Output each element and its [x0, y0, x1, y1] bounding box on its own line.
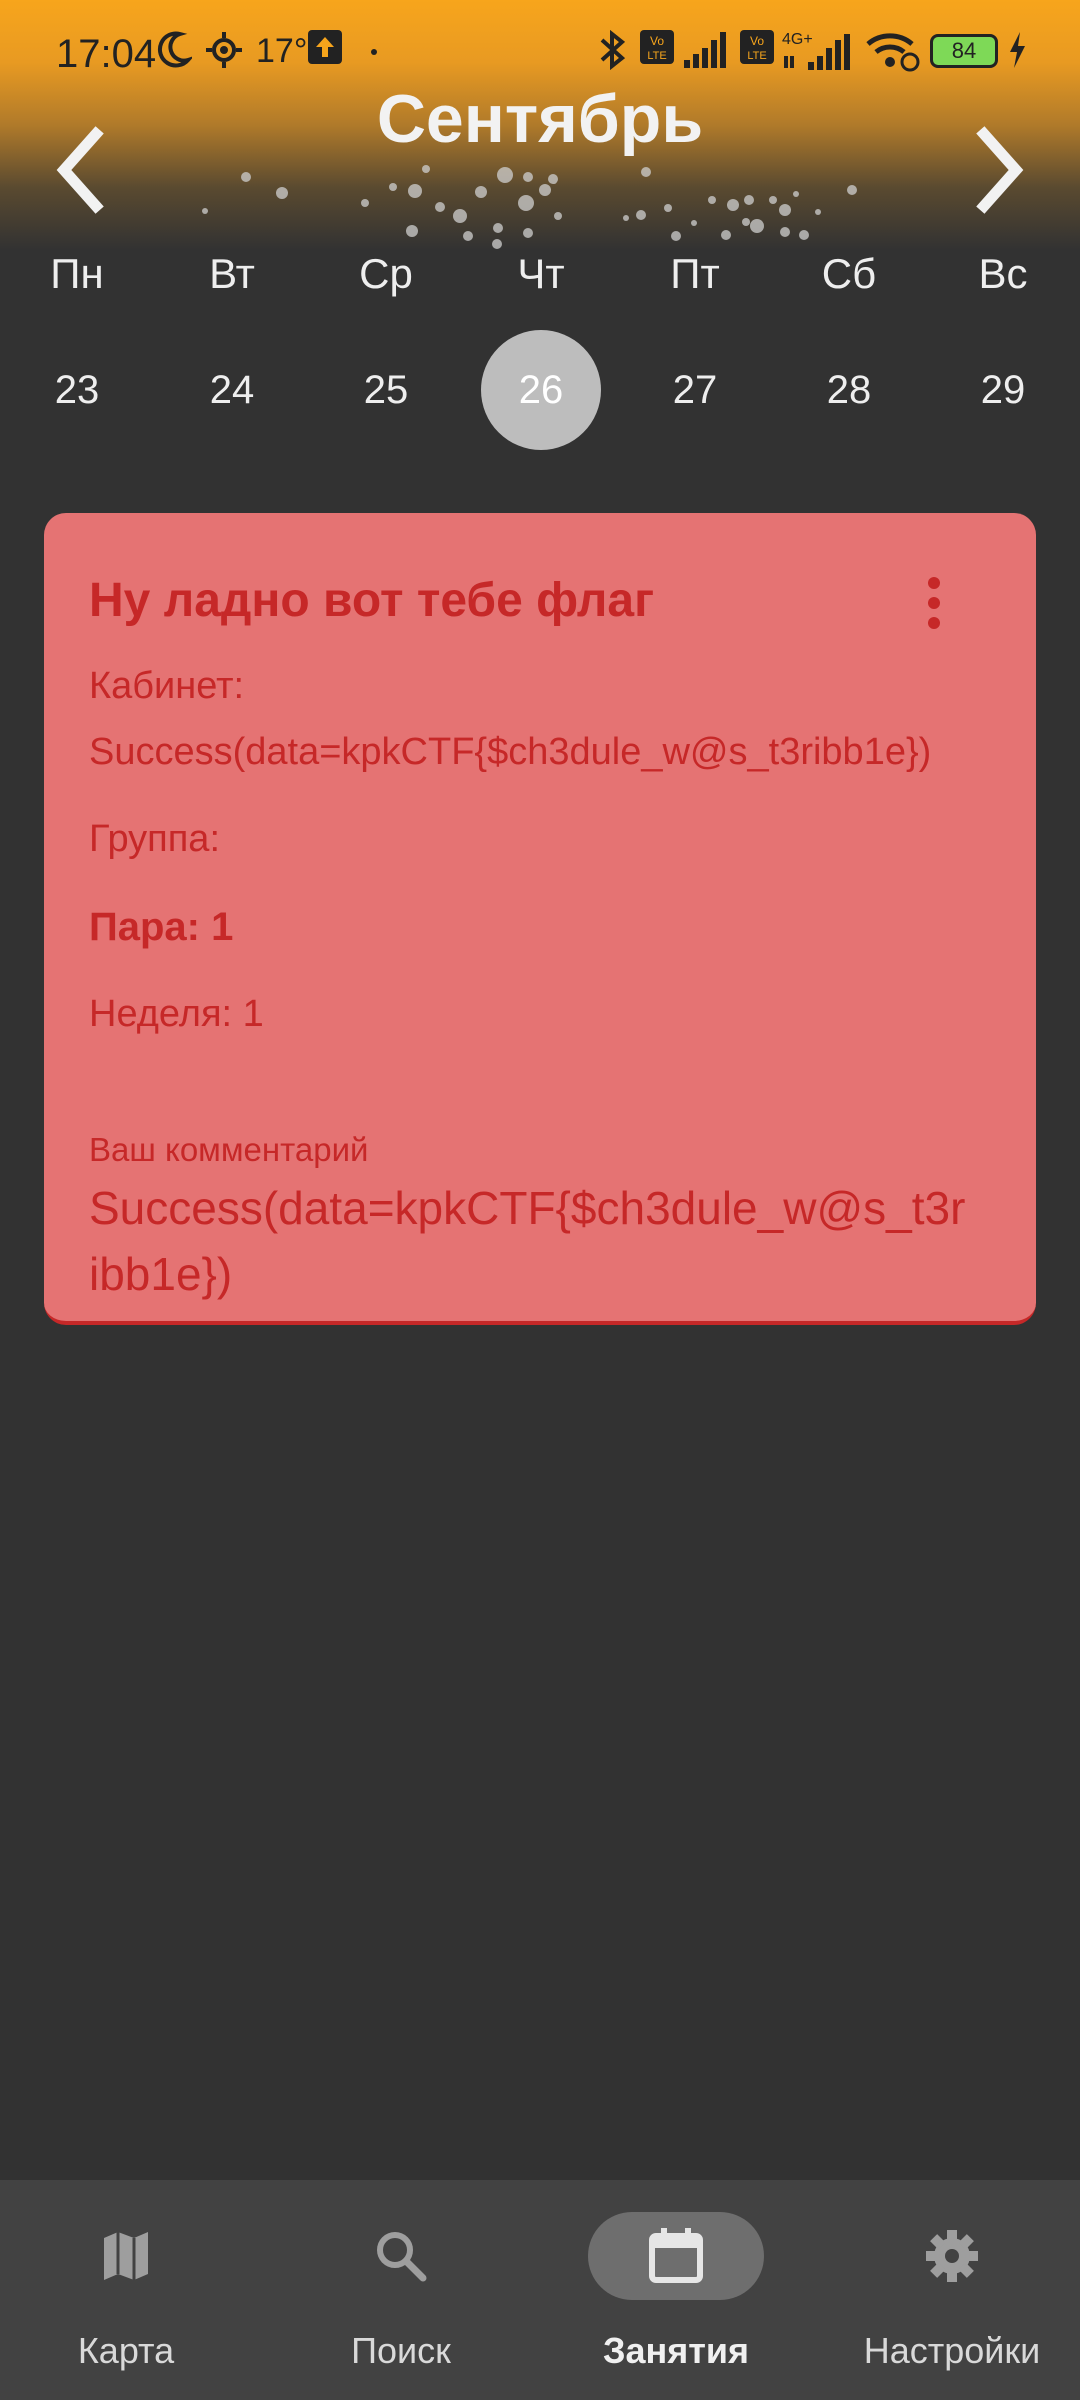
- charging-icon: [1010, 32, 1025, 68]
- more-vert-icon: [928, 577, 940, 629]
- nav-label-settings: Настройки: [863, 2330, 1041, 2371]
- weekday-sun: Вс: [978, 250, 1028, 297]
- nav-label-lessons: Занятия: [602, 2330, 750, 2371]
- comment-label: Ваш комментарий: [89, 1131, 369, 1168]
- nav-item-lessons[interactable]: Занятия: [541, 2180, 811, 2400]
- svg-text:4G+: 4G+: [782, 31, 813, 48]
- weekday-mon: Пн: [50, 250, 104, 297]
- svg-text:Vo: Vo: [750, 34, 764, 48]
- svg-text:Vo: Vo: [650, 34, 664, 48]
- chevron-left-icon: [56, 126, 104, 214]
- volte-icon-2: Vo LTE: [740, 30, 774, 64]
- week-number: Неделя: 1: [89, 993, 264, 1035]
- weekday-thu: Чт: [517, 250, 565, 297]
- nav-item-settings[interactable]: Настройки: [817, 2180, 1080, 2400]
- month-title: Сентябрь: [376, 81, 704, 157]
- nav-icon-container: [38, 2212, 214, 2300]
- group-label: Группа:: [89, 818, 220, 860]
- comment-value[interactable]: Success(data=kpkCTF{$ch3dule_w@s_t3ribb1…: [89, 1175, 969, 1307]
- nav-item-map[interactable]: Карта: [0, 2180, 261, 2400]
- svg-text:LTE: LTE: [747, 50, 766, 62]
- battery-indicator: 84: [930, 34, 998, 68]
- calendar-icon: [649, 2228, 703, 2283]
- signal-icon: [684, 32, 726, 68]
- volte-icon: Vo LTE: [640, 30, 674, 64]
- map-icon: [104, 2232, 148, 2280]
- upload-icon: [308, 30, 342, 64]
- weekday-sat: Сб: [821, 250, 877, 297]
- nav-icon-container-active: [588, 2212, 764, 2300]
- weekday-tue: Вт: [209, 250, 255, 297]
- weekday-row: Пн Вт Ср Чт Пт Сб Вс: [0, 250, 1080, 310]
- app-screen: 17:04 17° Vo LTE Vo LTE 4G+ 84 Сентябрь …: [0, 0, 1080, 2400]
- weekday-wed: Ср: [359, 250, 413, 297]
- date-cell-selected[interactable]: 26: [481, 330, 601, 450]
- brightness-icon: [206, 32, 242, 68]
- wifi-icon: [866, 33, 920, 72]
- nav-item-search[interactable]: Поиск: [266, 2180, 536, 2400]
- nav-label-search: Поиск: [351, 2330, 451, 2371]
- weekday-fri: Пт: [670, 250, 720, 297]
- status-time: 17:04: [56, 32, 157, 76]
- date-cell[interactable]: 23: [17, 330, 137, 450]
- date-cell[interactable]: 25: [326, 330, 446, 450]
- bluetooth-icon: [600, 30, 626, 70]
- nav-icon-container: [864, 2212, 1040, 2300]
- room-label: Кабинет:: [89, 665, 245, 707]
- date-cell[interactable]: 29: [943, 330, 1063, 450]
- room-value: Success(data=kpkCTF{$ch3dule_w@s_t3ribb1…: [89, 731, 932, 773]
- chevron-right-icon: [976, 126, 1024, 214]
- signal-4g-icon: 4G+: [782, 31, 850, 70]
- lesson-card[interactable]: Ну ладно вот тебе флаг Кабинет: Success(…: [44, 513, 1036, 1325]
- bottom-navigation: Карта Поиск Занятия Настройки: [0, 2180, 1080, 2400]
- pair-number: Пара: 1: [89, 905, 234, 949]
- card-menu-button[interactable]: [914, 573, 954, 633]
- next-month-button[interactable]: [960, 120, 1040, 220]
- status-temperature: 17°: [256, 32, 308, 70]
- search-icon: [377, 2232, 427, 2282]
- nav-label-map: Карта: [77, 2330, 175, 2371]
- svg-text:LTE: LTE: [647, 50, 666, 62]
- nav-icon-container: [313, 2212, 489, 2300]
- notification-dot-icon: [371, 49, 377, 55]
- previous-month-button[interactable]: [40, 120, 120, 220]
- date-row: 23 24 25 26 27 28 29: [0, 330, 1080, 450]
- date-cell[interactable]: 27: [635, 330, 755, 450]
- date-cell[interactable]: 24: [172, 330, 292, 450]
- date-cell[interactable]: 28: [789, 330, 909, 450]
- lesson-title: Ну ладно вот тебе флаг: [89, 574, 655, 627]
- moon-icon: [157, 31, 192, 68]
- gear-icon: [926, 2230, 978, 2282]
